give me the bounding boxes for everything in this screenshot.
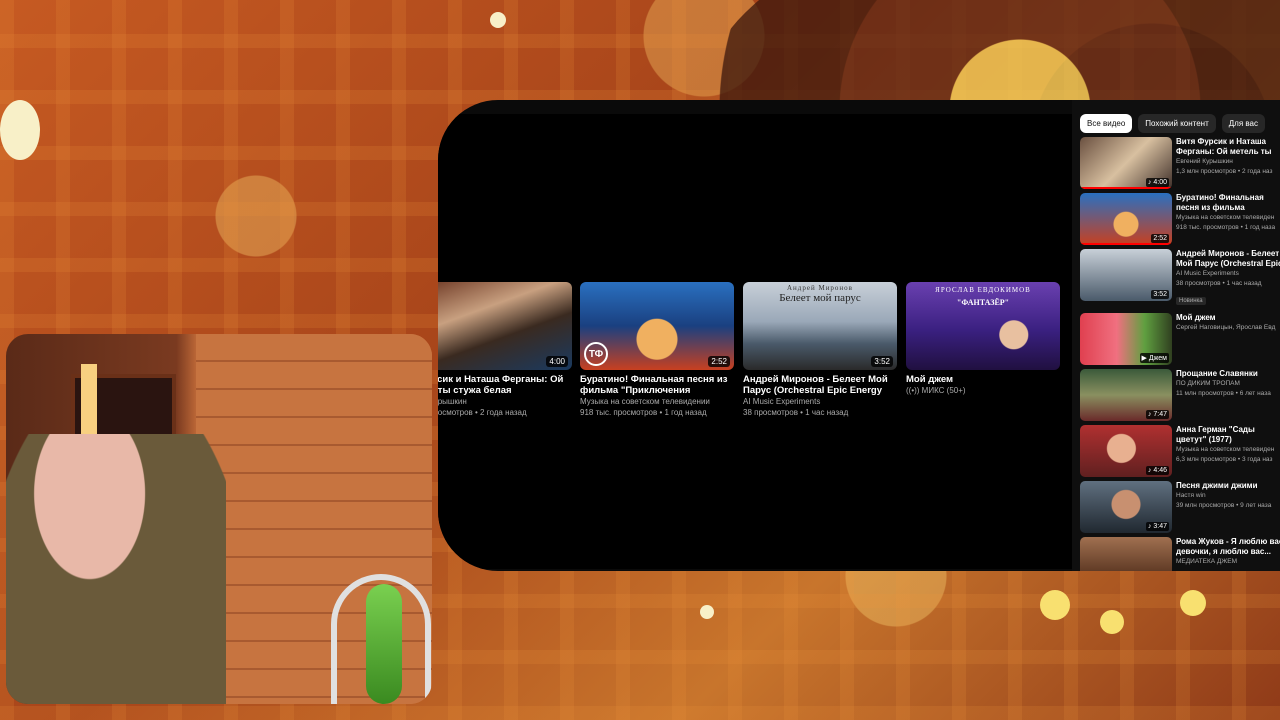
endscreen-meta: ян просмотров • 2 года назад: [438, 408, 527, 417]
watch-progress-bar: [1080, 243, 1172, 245]
recommendation-title[interactable]: Витя Фурсик и Наташа Ферганы: Ой метель …: [1176, 137, 1280, 157]
recommendation-meta: 918 тыс. просмотров • 1 год наза: [1176, 224, 1276, 231]
paint-splash: [700, 605, 714, 619]
endscreen-title[interactable]: Андрей Миронов - Белеет Мой Парус (Orche…: [743, 374, 897, 396]
thumbnail-caption: Белеет мой парус: [779, 292, 861, 304]
webcam-overlay: [6, 334, 432, 704]
recommendation-title[interactable]: Андрей Миронов - Белеет Мой Парус (Orche…: [1176, 249, 1280, 269]
duration-badge: 3:52: [871, 356, 893, 367]
recommendation-meta: 1,3 млн просмотров • 2 года наз: [1176, 168, 1273, 175]
endscreen-title[interactable]: Фурсик и Наташа Ферганы: Ой ель ты стужа…: [438, 374, 572, 396]
recommendation-thumbnail[interactable]: ♪ 7:47: [1080, 369, 1172, 421]
endscreen-thumbnail[interactable]: ЯРОСЛАВ ЕВДОКИМОВ "ФАНТАЗЁР": [906, 282, 1060, 370]
green-light-device: [366, 584, 402, 704]
endscreen-thumbnail[interactable]: ТФ 2:52: [580, 282, 734, 370]
chip-for-you[interactable]: Для вас: [1221, 114, 1265, 133]
recommendation-item[interactable]: 3:52 Андрей Миронов - Белеет Мой Парус (…: [1080, 249, 1280, 305]
endscreen-card[interactable]: ЯРОСЛАВ ЕВДОКИМОВ "ФАНТАЗЁР" Мой джем ((…: [906, 282, 1060, 396]
recommendation-thumbnail[interactable]: ♪ 4:46: [1080, 425, 1172, 477]
recommendation-item[interactable]: 2:52 Буратино! Финальная песня из фильма…: [1080, 193, 1280, 249]
recommendation-channel[interactable]: Музыка на советском телевиден: [1176, 445, 1280, 455]
filter-chips: Все видео Похожий контент Для вас: [1080, 114, 1265, 133]
endscreen-thumbnail[interactable]: Андрей Миронов Белеет мой парус 3:52: [743, 282, 897, 370]
recommendation-item[interactable]: Рома Жуков - Я люблю вас девочки, я любл…: [1080, 537, 1280, 571]
duration-badge: 3:52: [1151, 290, 1169, 299]
recommendations-sidebar: Все видео Похожий контент Для вас ♪ 4:00…: [1072, 100, 1280, 571]
duration-badge: 2:52: [1151, 234, 1169, 243]
recommendation-item[interactable]: ▶ Джем Мой джем Сергей Наговицын, Яросла…: [1080, 313, 1280, 369]
recommendation-channel[interactable]: AI Music Experiments: [1176, 269, 1280, 279]
recommendation-thumbnail[interactable]: ♪ 3:47: [1080, 481, 1172, 533]
recommendation-channel[interactable]: МЕДИАТЕКА ДЖЕМ: [1176, 557, 1280, 567]
thumbnail-caption: "ФАНТАЗЁР": [956, 298, 1010, 307]
video-player[interactable]: 4:00 Фурсик и Наташа Ферганы: Ой ель ты …: [438, 114, 1072, 569]
endscreen-title[interactable]: Мой джем: [906, 374, 1060, 385]
recommendation-title[interactable]: Буратино! Финальная песня из фильма "При…: [1176, 193, 1280, 213]
duration-badge: ♪ 4:00: [1145, 178, 1169, 187]
recommendation-item[interactable]: ♪ 3:47 Песня джими джими Настя win 39 мл…: [1080, 481, 1280, 537]
jam-badge: ▶ Джем: [1139, 353, 1169, 363]
recommendation-title[interactable]: Рома Жуков - Я люблю вас девочки, я любл…: [1176, 537, 1280, 557]
recommendation-channel[interactable]: Сергей Наговицын, Ярослав Евд: [1176, 323, 1280, 333]
studio-logo-icon: ТФ: [584, 342, 608, 366]
recommendation-meta: 38 просмотров • 1 час назад: [1176, 280, 1262, 287]
streamer-person: [6, 434, 226, 704]
endscreen-mix-label: ((•)) МИКС (50+): [906, 386, 966, 395]
recommendation-channel[interactable]: ПО ДИКИМ ТРОПАМ: [1176, 379, 1280, 389]
paint-splash: [490, 12, 506, 28]
recommendation-channel[interactable]: Музыка на советском телевиден: [1176, 213, 1280, 223]
recommendation-title[interactable]: Анна Герман "Сады цветут" (1977): [1176, 425, 1280, 445]
recommendation-title[interactable]: Песня джими джими: [1176, 481, 1280, 491]
duration-badge: 2:52: [708, 356, 730, 367]
thumbnail-caption-small: Андрей Миронов: [787, 284, 853, 292]
recommendation-item[interactable]: ♪ 4:00 Витя Фурсик и Наташа Ферганы: Ой …: [1080, 137, 1280, 193]
recommendation-thumbnail[interactable]: ♪ 4:00: [1080, 137, 1172, 189]
endscreen-title[interactable]: Буратино! Финальная песня из фильма "При…: [580, 374, 734, 396]
recommendation-thumbnail[interactable]: ▶ Джем: [1080, 313, 1172, 365]
paint-splash: [1040, 590, 1070, 620]
endscreen-meta: 918 тыс. просмотров • 1 год назад: [580, 408, 707, 417]
recommendation-meta: 11 млн просмотров • 6 лет наза: [1176, 390, 1271, 397]
chip-all-videos[interactable]: Все видео: [1080, 114, 1133, 133]
recommendation-title[interactable]: Прощание Славянки: [1176, 369, 1280, 379]
endscreen-card[interactable]: 4:00 Фурсик и Наташа Ферганы: Ой ель ты …: [438, 282, 572, 418]
endscreen-channel: ий Курышкин: [438, 397, 467, 406]
endscreen-channel: AI Music Experiments: [743, 397, 821, 406]
endscreen-suggestions: 4:00 Фурсик и Наташа Ферганы: Ой ель ты …: [438, 282, 1072, 422]
recommendation-meta: 6,3 млн просмотров • 3 года наз: [1176, 456, 1273, 463]
endscreen-meta: 38 просмотров • 1 час назад: [743, 408, 849, 417]
endscreen-card[interactable]: Андрей Миронов Белеет мой парус 3:52 Анд…: [743, 282, 897, 418]
recommendation-title[interactable]: Мой джем: [1176, 313, 1280, 323]
recommendation-thumbnail[interactable]: [1080, 537, 1172, 571]
endscreen-channel: Музыка на советском телевидении: [580, 397, 710, 406]
chip-related[interactable]: Похожий контент: [1138, 114, 1216, 133]
endscreen-thumbnail[interactable]: 4:00: [438, 282, 572, 370]
recommendation-thumbnail[interactable]: 3:52: [1080, 249, 1172, 301]
watch-progress-bar: [1080, 187, 1172, 189]
recommendation-thumbnail[interactable]: 2:52: [1080, 193, 1172, 245]
thumbnail-caption-small: ЯРОСЛАВ ЕВДОКИМОВ: [935, 286, 1031, 294]
paint-splash: [1100, 610, 1124, 634]
recommendation-meta: 39 млн просмотров • 9 лет наза: [1176, 502, 1272, 509]
new-badge: Новинка: [1176, 297, 1206, 305]
endscreen-card[interactable]: ТФ 2:52 Буратино! Финальная песня из фил…: [580, 282, 734, 418]
paint-splash: [0, 100, 40, 160]
recommendation-item[interactable]: ♪ 4:46 Анна Герман "Сады цветут" (1977) …: [1080, 425, 1280, 481]
recommendation-channel[interactable]: Евгений Курышкин: [1176, 157, 1280, 167]
duration-badge: ♪ 4:46: [1145, 466, 1169, 475]
duration-badge: ♪ 3:47: [1145, 522, 1169, 531]
recommendation-channel[interactable]: Настя win: [1176, 491, 1280, 501]
duration-badge: 4:00: [546, 356, 568, 367]
paint-splash: [1180, 590, 1206, 616]
video-player-window: 4:00 Фурсик и Наташа Ферганы: Ой ель ты …: [438, 100, 1280, 571]
duration-badge: ♪ 7:47: [1145, 410, 1169, 419]
recommendation-item[interactable]: ♪ 7:47 Прощание Славянки ПО ДИКИМ ТРОПАМ…: [1080, 369, 1280, 425]
